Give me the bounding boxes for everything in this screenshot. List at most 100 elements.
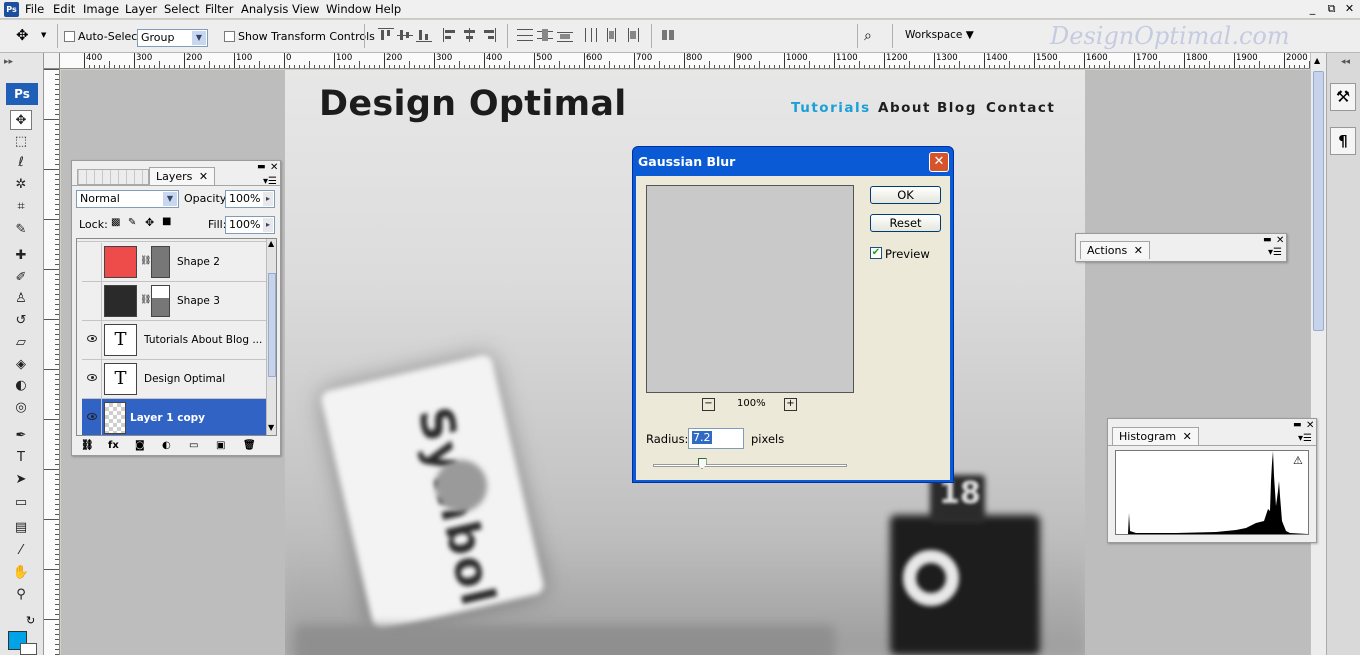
mask-icon[interactable]: ◙ bbox=[135, 440, 145, 451]
distribute-left-icon[interactable] bbox=[584, 28, 600, 42]
zoom-in-button[interactable]: + bbox=[784, 398, 797, 411]
brush-tool-icon[interactable]: ✐ bbox=[10, 268, 32, 288]
eraser-tool-icon[interactable]: ▱ bbox=[10, 333, 32, 353]
layer-visibility-toggle[interactable] bbox=[82, 360, 102, 399]
lock-position-icon[interactable]: ✥ bbox=[145, 216, 154, 229]
reset-button[interactable]: Reset bbox=[870, 214, 941, 232]
show-transform-checkbox[interactable] bbox=[224, 31, 235, 42]
lock-all-icon[interactable]: ■ bbox=[162, 216, 171, 227]
nav-tutorials[interactable]: Tutorials bbox=[791, 100, 871, 116]
scrollbar-thumb[interactable] bbox=[1313, 71, 1324, 331]
scroll-down-icon[interactable]: ▼ bbox=[268, 423, 274, 432]
crop-tool-icon[interactable]: ⌗ bbox=[10, 197, 32, 217]
paint-bucket-icon[interactable]: ◈ bbox=[10, 355, 32, 375]
eyedropper2-tool-icon[interactable]: ⁄ bbox=[10, 541, 32, 561]
menu-file[interactable]: File bbox=[25, 2, 44, 16]
close-icon[interactable]: ✕ bbox=[1183, 430, 1192, 443]
panel-minimize-icon[interactable]: ▬ bbox=[1293, 420, 1302, 430]
panel-close-icon[interactable]: ✕ bbox=[270, 162, 278, 173]
hand-tool-icon[interactable]: ✋ bbox=[10, 563, 32, 583]
nav-blog[interactable]: Blog bbox=[937, 100, 977, 116]
panel-close-icon[interactable]: ✕ bbox=[1306, 420, 1314, 431]
type-tool-icon[interactable]: T bbox=[10, 448, 32, 468]
align-hcenter-icon[interactable] bbox=[462, 28, 478, 42]
menu-edit[interactable]: Edit bbox=[53, 2, 75, 16]
move-tool-preset-icon[interactable]: ✥ bbox=[16, 26, 29, 44]
scroll-up-icon[interactable]: ▲ bbox=[1314, 56, 1320, 65]
menu-help[interactable]: Help bbox=[375, 2, 401, 16]
panel-minimize-icon[interactable]: ▬ bbox=[257, 162, 266, 172]
preview-checkbox[interactable]: ✔ bbox=[870, 247, 882, 259]
workspace-menu[interactable]: Workspace ▼ bbox=[905, 29, 974, 41]
swap-colors-icon[interactable]: ↻ bbox=[26, 614, 35, 627]
background-color-swatch[interactable] bbox=[20, 643, 37, 655]
radius-slider-thumb[interactable] bbox=[697, 458, 707, 469]
fill-input[interactable]: 100% ▸ bbox=[225, 216, 275, 234]
notes-tool-icon[interactable]: ▤ bbox=[10, 518, 32, 538]
radius-slider-track[interactable] bbox=[653, 464, 847, 467]
lasso-tool-icon[interactable]: ℓ bbox=[10, 153, 32, 173]
nav-about[interactable]: About bbox=[878, 100, 931, 116]
radius-input[interactable]: 7.2 bbox=[688, 428, 744, 449]
lock-transparency-icon[interactable]: ▩ bbox=[111, 217, 120, 228]
preset-dropdown-arrow-icon[interactable]: ▼ bbox=[41, 31, 46, 39]
panel-close-icon[interactable]: ✕ bbox=[1276, 235, 1284, 246]
dock-collapse-icon[interactable]: ◂◂ bbox=[1341, 57, 1350, 67]
marquee-tool-icon[interactable]: ⬚ bbox=[10, 132, 32, 152]
tools-preset-icon[interactable]: ⚒ bbox=[1330, 83, 1356, 111]
photoshop-app-icon[interactable]: Ps bbox=[4, 2, 19, 17]
shape-tool-icon[interactable]: ▭ bbox=[10, 493, 32, 513]
restore-button[interactable]: ⧉ bbox=[1324, 2, 1339, 16]
close-icon[interactable]: ✕ bbox=[199, 170, 208, 183]
distribute-right-icon[interactable] bbox=[624, 28, 640, 42]
layer-row[interactable]: ⛓ Shape 2 bbox=[82, 243, 271, 282]
warning-icon[interactable]: ⚠ bbox=[1293, 454, 1303, 467]
nav-contact[interactable]: Contact bbox=[986, 100, 1055, 116]
healing-brush-icon[interactable]: ✚ bbox=[10, 246, 32, 266]
layer-visibility-toggle[interactable] bbox=[82, 321, 102, 360]
menu-image[interactable]: Image bbox=[83, 2, 119, 16]
actions-tab[interactable]: Actions ✕ bbox=[1080, 241, 1150, 259]
path-select-icon[interactable]: ➤ bbox=[10, 470, 32, 490]
auto-select-dropdown[interactable]: Group ▼ bbox=[137, 29, 208, 47]
scroll-up-icon[interactable]: ▲ bbox=[268, 239, 274, 248]
pen-tool-icon[interactable]: ✒ bbox=[10, 426, 32, 446]
close-icon[interactable]: ✕ bbox=[1134, 244, 1143, 257]
menu-view[interactable]: View bbox=[292, 2, 319, 16]
sponge-tool-icon[interactable]: ◎ bbox=[10, 398, 32, 418]
panel-minimize-icon[interactable]: ▬ bbox=[1263, 235, 1272, 245]
menu-select[interactable]: Select bbox=[164, 2, 199, 16]
layers-scrollbar[interactable]: ▲ ▼ bbox=[266, 239, 276, 435]
blur-preview-window[interactable] bbox=[646, 185, 854, 393]
zoom-tool-icon[interactable]: ⚲ bbox=[10, 585, 32, 605]
adjustment-icon[interactable]: ◐ bbox=[162, 440, 171, 451]
align-left-icon[interactable] bbox=[443, 28, 459, 42]
auto-align-icon[interactable] bbox=[660, 28, 676, 42]
layer-row[interactable]: T Tutorials About Blog ... bbox=[82, 321, 271, 360]
canvas-vertical-scrollbar[interactable]: ▲ bbox=[1310, 53, 1326, 655]
distribute-bottom-icon[interactable] bbox=[557, 28, 573, 42]
panel-menu-icon[interactable]: ▾☰ bbox=[1268, 247, 1282, 258]
menu-analysis[interactable]: Analysis bbox=[241, 2, 288, 16]
fill-slider-arrow-icon[interactable]: ▸ bbox=[263, 218, 273, 232]
minimize-button[interactable]: _ bbox=[1305, 2, 1320, 16]
group-icon[interactable]: ▭ bbox=[189, 440, 198, 451]
blend-mode-dropdown[interactable]: Normal ▼ bbox=[76, 190, 179, 208]
align-bottom-icon[interactable] bbox=[416, 28, 432, 42]
distribute-vcenter-icon[interactable] bbox=[537, 28, 553, 42]
move-tool-icon[interactable]: ✥ bbox=[10, 110, 32, 130]
ok-button[interactable]: OK bbox=[870, 186, 941, 204]
ruler-origin[interactable] bbox=[44, 53, 60, 69]
bridge-icon[interactable]: ⌕ bbox=[864, 28, 872, 44]
magic-wand-icon[interactable]: ✲ bbox=[10, 175, 32, 195]
history-brush-icon[interactable]: ↺ bbox=[10, 311, 32, 331]
layer-visibility-toggle[interactable] bbox=[82, 399, 102, 435]
paragraph-icon[interactable]: ¶ bbox=[1330, 127, 1356, 155]
toolbox-collapse-icon[interactable]: ▸▸ bbox=[4, 57, 13, 67]
eyedropper-tool-icon[interactable]: ✎ bbox=[10, 220, 32, 240]
dialog-close-button[interactable]: ✕ bbox=[929, 152, 949, 172]
layer-visibility-toggle[interactable] bbox=[82, 282, 102, 321]
zoom-out-button[interactable]: − bbox=[702, 398, 715, 411]
histogram-tab[interactable]: Histogram ✕ bbox=[1112, 427, 1199, 445]
align-top-icon[interactable] bbox=[378, 28, 394, 42]
